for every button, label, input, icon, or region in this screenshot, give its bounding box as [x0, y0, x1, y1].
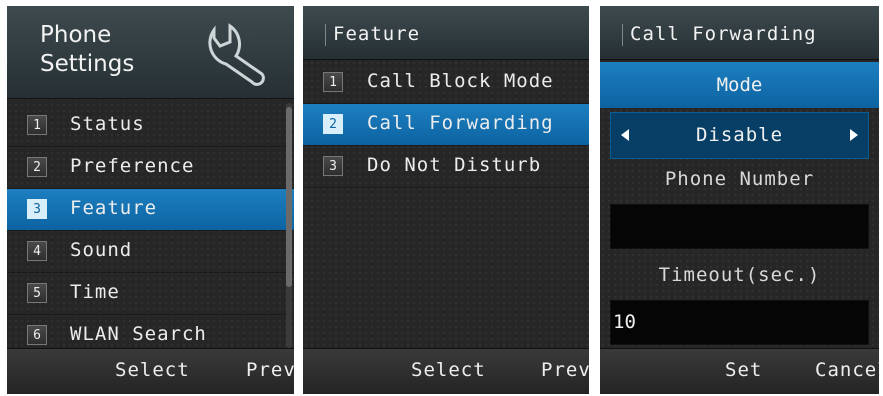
select-softkey[interactable]: Select — [115, 359, 190, 381]
item-number: 2 — [27, 157, 47, 177]
menu-item-label: Call Forwarding — [367, 112, 554, 134]
item-number: 1 — [27, 115, 47, 135]
menu-item-label: Feature — [70, 197, 158, 219]
softkey-bar: Set Cancel — [600, 348, 879, 394]
phone-number-label: Phone Number — [664, 168, 815, 190]
settings-menu-list: 1 Status 2 Preference 3 Feature 4 Sound … — [7, 105, 294, 357]
item-number: 6 — [27, 325, 47, 345]
menu-item-call-block-mode[interactable]: 1 Call Block Mode — [303, 62, 589, 104]
page-title: Phone Settings — [40, 22, 135, 77]
scrollbar-thumb[interactable] — [286, 107, 292, 287]
header-divider — [325, 24, 326, 46]
menu-item-label: Time — [70, 281, 120, 303]
prev-softkey[interactable]: Prev — [246, 359, 294, 381]
softkey-bar: Select Prev — [7, 348, 294, 394]
feature-screen: Feature 1 Call Block Mode 2 Call Forward… — [303, 6, 589, 394]
phone-settings-screen: Phone Settings 1 Status 2 Preference 3 F… — [7, 6, 294, 394]
mode-value: Disable — [695, 124, 784, 146]
menu-item-label: Call Block Mode — [367, 70, 554, 92]
header-divider — [622, 24, 623, 46]
phone-number-field[interactable] — [610, 204, 869, 249]
call-forwarding-screen: Call Forwarding Mode Disable Phone Numbe… — [600, 6, 879, 394]
menu-item-label: Preference — [70, 155, 195, 177]
mode-selector[interactable]: Disable — [610, 112, 869, 159]
select-softkey[interactable]: Select — [411, 359, 486, 381]
menu-item-status[interactable]: 1 Status — [7, 105, 294, 147]
menu-item-feature[interactable]: 3 Feature — [7, 189, 294, 231]
menu-item-preference[interactable]: 2 Preference — [7, 147, 294, 189]
softkey-bar: Select Prev — [303, 348, 589, 394]
menu-item-do-not-disturb[interactable]: 3 Do Not Disturb — [303, 146, 589, 188]
menu-item-label: WLAN Search — [70, 323, 207, 345]
right-arrow-icon[interactable] — [850, 129, 858, 141]
menu-item-label: Status — [70, 113, 145, 135]
timeout-label: Timeout(sec.) — [658, 264, 821, 286]
screen-header: Call Forwarding — [600, 6, 879, 60]
mode-section-header: Mode — [600, 62, 879, 108]
menu-item-sound[interactable]: 4 Sound — [7, 231, 294, 273]
menu-item-label: Sound — [70, 239, 133, 261]
page-title: Feature — [333, 23, 421, 45]
menu-item-time[interactable]: 5 Time — [7, 273, 294, 315]
prev-softkey[interactable]: Prev — [541, 359, 589, 381]
item-number: 2 — [323, 114, 343, 134]
cancel-softkey[interactable]: Cancel — [815, 359, 879, 381]
item-number: 3 — [323, 156, 343, 176]
feature-menu-list: 1 Call Block Mode 2 Call Forwarding 3 Do… — [303, 62, 589, 188]
menu-item-label: Do Not Disturb — [367, 154, 542, 176]
wrench-icon — [208, 23, 265, 86]
timeout-field[interactable]: 10 — [610, 300, 869, 345]
item-number: 1 — [323, 72, 343, 92]
page-title: Call Forwarding — [630, 23, 817, 45]
set-softkey[interactable]: Set — [725, 359, 762, 381]
screen-header: Phone Settings — [7, 6, 294, 99]
item-number: 3 — [27, 199, 47, 219]
screen-header: Feature — [303, 6, 589, 60]
menu-item-call-forwarding[interactable]: 2 Call Forwarding — [303, 104, 589, 146]
mode-label: Mode — [716, 74, 763, 96]
item-number: 5 — [27, 283, 47, 303]
scrollbar[interactable] — [286, 103, 292, 348]
item-number: 4 — [27, 241, 47, 261]
